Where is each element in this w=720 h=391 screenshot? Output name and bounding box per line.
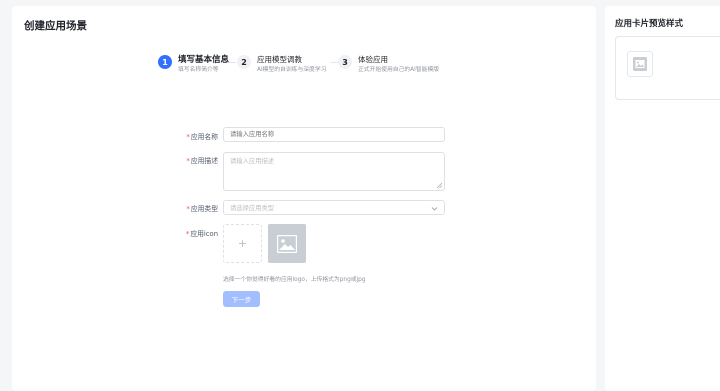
step-connector xyxy=(330,62,338,63)
image-icon xyxy=(633,57,647,71)
step-1-desc: 填写名称简介等 xyxy=(178,67,219,73)
icon-upload-button[interactable]: + xyxy=(223,224,262,263)
app-icon-label: *应用icon xyxy=(185,230,218,238)
app-name-label: *应用名称 xyxy=(186,133,218,141)
image-icon xyxy=(277,234,297,253)
required-mark: * xyxy=(186,205,190,213)
app-card-preview xyxy=(615,36,720,100)
preview-image-thumb xyxy=(627,51,653,77)
preview-panel: 应用卡片预览样式 xyxy=(605,6,720,391)
next-step-button[interactable]: 下一步 xyxy=(223,291,260,307)
required-mark: * xyxy=(186,157,190,165)
required-mark: * xyxy=(186,133,190,141)
app-name-input[interactable] xyxy=(223,127,445,142)
step-3: 3 体验应用 正式开始使用自己的AI智能模版 xyxy=(338,55,439,75)
app-type-placeholder: 请选择应用类型 xyxy=(230,205,275,212)
app-description-label: *应用描述 xyxy=(186,157,218,165)
app-description-placeholder: 请输入应用描述 xyxy=(230,158,275,165)
step-2-desc: AI模型的自训练与深度学习 xyxy=(257,67,327,73)
preview-panel-title: 应用卡片预览样式 xyxy=(615,19,684,29)
icon-image-preview xyxy=(268,224,306,263)
app-type-label: *应用类型 xyxy=(186,205,218,213)
page-title: 创建应用场景 xyxy=(24,20,87,32)
chevron-down-icon xyxy=(431,207,438,211)
step-1-title: 填写基本信息 xyxy=(178,55,230,65)
app-description-textarea[interactable]: 请输入应用描述 xyxy=(223,152,445,191)
step-3-desc: 正式开始使用自己的AI智能模版 xyxy=(358,67,440,73)
resize-grip-icon[interactable] xyxy=(437,183,442,188)
upload-hint: 选择一个你觉得好看的应用logo，上传格式为png或jpg xyxy=(223,277,366,283)
required-mark: * xyxy=(185,230,190,238)
step-3-number: 3 xyxy=(338,55,352,69)
app-type-select[interactable]: 请选择应用类型 xyxy=(223,200,445,215)
step-2-title: 应用模型调教 xyxy=(257,55,302,64)
plus-icon: + xyxy=(237,237,248,250)
step-3-title: 体验应用 xyxy=(358,55,388,64)
step-2-number: 2 xyxy=(237,55,251,69)
step-1: 1 填写基本信息 填写名称简介等 xyxy=(158,55,229,75)
step-2: 2 应用模型调教 AI模型的自训练与深度学习 xyxy=(237,55,326,75)
step-1-number: 1 xyxy=(158,55,172,69)
